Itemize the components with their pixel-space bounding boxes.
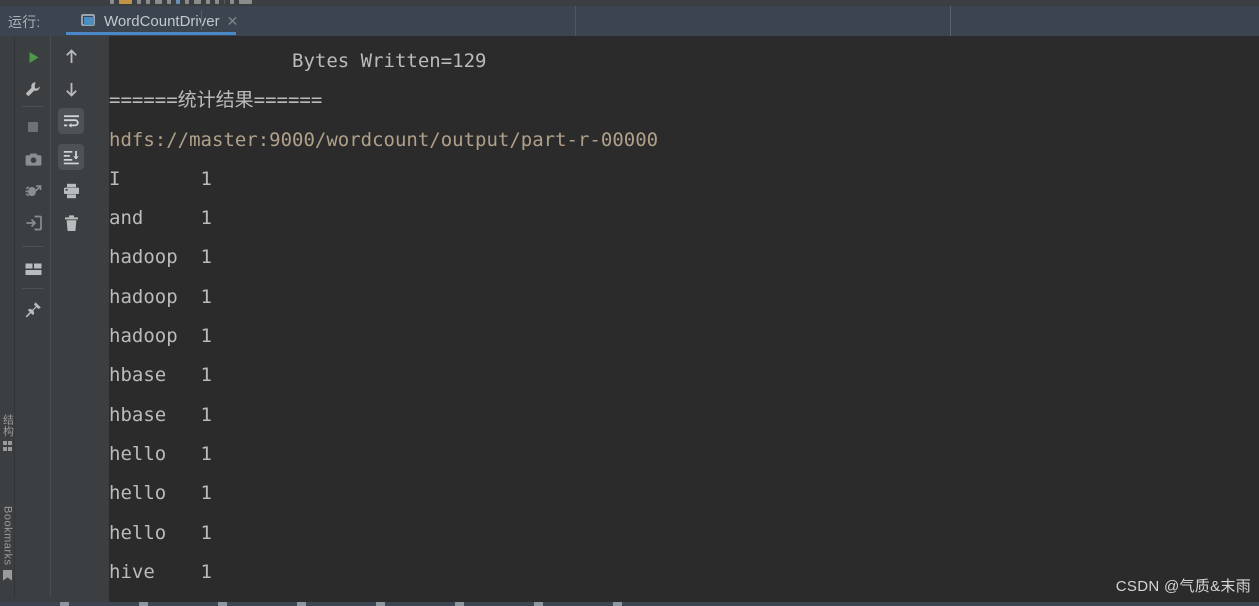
layout-button[interactable]	[20, 256, 46, 282]
toolbar-glyph	[137, 0, 141, 4]
bug-dump-icon	[25, 183, 42, 199]
status-glyph	[60, 602, 69, 606]
left-tool-rail: 结构 Bookmarks	[0, 36, 15, 606]
debug-dump-button[interactable]	[20, 178, 46, 204]
status-glyph	[534, 602, 543, 606]
tabbar-divider	[950, 6, 951, 36]
console-line: hbase 1	[109, 403, 212, 426]
console-line: hadoop 1	[109, 325, 212, 348]
console-line: hdfs://master:9000/wordcount/output/part…	[109, 128, 659, 151]
console-toolbar-secondary	[50, 36, 92, 606]
clear-all-button[interactable]	[58, 210, 84, 236]
tab-label: WordCountDriver	[104, 12, 220, 30]
toolbar-glyph	[119, 0, 132, 4]
status-bar-icons	[60, 602, 622, 606]
toolbar-glyph	[239, 0, 252, 4]
pin-tab-button[interactable]	[20, 296, 46, 322]
tabbar-divider	[575, 6, 576, 36]
soft-wrap-icon	[63, 114, 80, 129]
console-line: hbase 1	[109, 364, 212, 387]
console-toolbar-gutter	[92, 36, 109, 606]
stop-icon	[26, 120, 40, 134]
toolbar-glyph	[155, 0, 162, 4]
watermark: CSDN @气质&末雨	[1115, 578, 1251, 595]
run-tool-window-label: 运行:	[8, 14, 41, 30]
toolbar-glyph	[230, 0, 234, 4]
screenshot-button[interactable]	[20, 146, 46, 172]
toolbar-glyph	[167, 0, 171, 4]
layout-icon	[25, 263, 42, 276]
soft-wrap-button[interactable]	[58, 108, 84, 134]
tab-trailing-separator	[201, 10, 202, 30]
rail-item-bookmarks[interactable]: Bookmarks	[0, 506, 15, 581]
rerun-button[interactable]	[20, 44, 46, 70]
console-line: hello 1	[109, 521, 212, 544]
toolbar-glyph	[185, 0, 189, 4]
pin-icon	[25, 301, 42, 318]
console-line: hadoop 1	[109, 285, 212, 308]
edit-configuration-button[interactable]	[20, 76, 46, 102]
console-window-icon	[81, 14, 97, 28]
toolbar-glyph	[146, 0, 150, 4]
print-button[interactable]	[58, 178, 84, 204]
rail-item-label: Bookmarks	[1, 506, 14, 566]
stop-button[interactable]	[20, 114, 46, 140]
up-stack-trace-button[interactable]	[58, 44, 84, 70]
console-line: hive 1	[109, 560, 212, 583]
status-glyph	[613, 602, 622, 606]
toolbar-separator	[224, 0, 225, 4]
trash-icon	[64, 214, 79, 232]
play-icon	[26, 50, 41, 65]
arrow-up-icon	[64, 49, 79, 65]
console-line: and 1	[109, 207, 212, 230]
status-glyph	[297, 602, 306, 606]
status-glyph	[455, 602, 464, 606]
console-output-text: Bytes Written=129 ======统计结果====== hdfs://…	[109, 36, 1259, 602]
scroll-to-end-icon	[63, 150, 80, 165]
run-tool-window-tabbar: 运行: WordCountDriver ✕	[0, 6, 1259, 36]
toolbar-glyph	[110, 0, 114, 4]
attach-console-button[interactable]	[20, 210, 46, 236]
camera-icon	[25, 152, 42, 167]
status-glyph	[376, 602, 385, 606]
printer-icon	[63, 183, 80, 199]
rail-item-structure[interactable]: 结构	[0, 414, 15, 451]
bookmark-icon	[3, 569, 12, 581]
console-line: ======统计结果======	[109, 89, 323, 112]
console-line: Bytes Written=129	[109, 50, 487, 72]
toolbar-glyph	[176, 0, 180, 4]
rail-item-label: 结构	[1, 414, 14, 437]
structure-icon	[3, 441, 12, 451]
toolbar-glyph	[215, 0, 219, 4]
status-glyph	[139, 602, 148, 606]
attach-icon	[25, 215, 42, 231]
tab-active-indicator	[66, 32, 236, 35]
toolbar-glyph	[194, 0, 201, 4]
toolbar-separator	[22, 106, 44, 107]
console-line: hadoop 1	[109, 246, 212, 269]
toolbar-separator	[22, 288, 44, 289]
wrench-icon	[25, 81, 41, 97]
console-line: I 1	[109, 167, 212, 190]
toolbar-separator	[22, 246, 44, 247]
ide-run-tool-window: 运行: WordCountDriver ✕ 结构 Bookmarks Bytes…	[0, 0, 1259, 606]
arrow-down-icon	[64, 81, 79, 97]
status-bar-cutoff-strip	[0, 602, 1259, 606]
status-glyph	[218, 602, 227, 606]
console-output-pane[interactable]: Bytes Written=129 ======统计结果====== hdfs://…	[109, 36, 1259, 602]
console-toolbar-primary	[15, 36, 50, 606]
console-line: hello 1	[109, 442, 212, 465]
main-toolbar-icons	[110, 0, 252, 5]
toolbar-glyph	[206, 0, 210, 4]
down-stack-trace-button[interactable]	[58, 76, 84, 102]
scroll-to-end-button[interactable]	[58, 144, 84, 170]
close-icon[interactable]: ✕	[227, 14, 239, 29]
console-line: hello 1	[109, 482, 212, 505]
